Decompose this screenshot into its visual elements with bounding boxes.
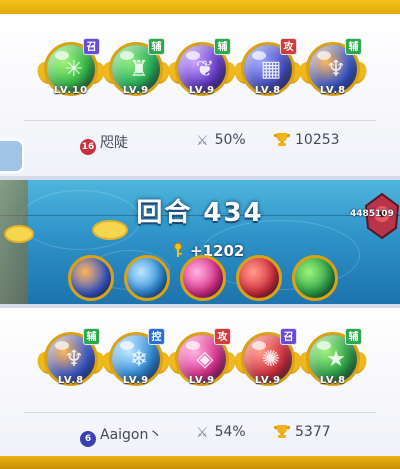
opponent-winrate: ⚔ 50% (196, 132, 246, 149)
opponent-hero-slot[interactable]: ✳ 召 LV.10 (34, 38, 108, 102)
raft-hero-slot (68, 255, 114, 301)
hero-role-badge: 辅 (345, 328, 362, 345)
player-hero-slot[interactable]: ◈ 攻 LV.9 (165, 328, 239, 392)
opponent-player[interactable]: 16 咫陡 (80, 132, 128, 155)
trophy-icon (274, 133, 290, 146)
divider (24, 412, 376, 413)
hero-role-badge: 召 (280, 328, 297, 345)
hero-level: LV.8 (319, 375, 347, 386)
opponent-trophies: 10253 (273, 132, 340, 148)
hero-emblem-icon: ♆ (326, 57, 346, 82)
player-panel: ♆ 辅 LV.8 ❄ 控 LV.9 ◈ 攻 LV.9 ✺ 召 LV.9 ★ 辅 LV.8 6 Aaigon丶 … (0, 304, 400, 456)
hero-role-badge: 辅 (214, 38, 231, 55)
hero-role-badge: 辅 (83, 328, 100, 345)
hero-role-badge: 攻 (214, 328, 231, 345)
hero-emblem-icon: ❦ (195, 57, 215, 82)
raft-hero-slot (124, 255, 170, 301)
hero-emblem-icon: ♆ (64, 347, 84, 372)
hero-emblem-icon: ✳ (64, 57, 84, 82)
player-name: Aaigon丶 (100, 427, 163, 443)
trophy-icon (274, 425, 290, 438)
player-trophies: 5377 (273, 424, 331, 440)
hero-emblem-icon: ◈ (196, 347, 214, 372)
raft-hero-slot (180, 255, 226, 301)
hero-emblem-icon: ✺ (261, 347, 281, 372)
crossed-swords-icon: ⚔ (196, 133, 209, 149)
hero-role-badge: 攻 (280, 38, 297, 55)
round-counter: 回合 434 (136, 198, 264, 228)
raft-hero-slot (236, 255, 282, 301)
divider (24, 120, 376, 121)
hero-level: LV.8 (319, 85, 347, 96)
player-hero-slot[interactable]: ✺ 召 LV.9 (231, 328, 305, 392)
hero-role-badge: 辅 (345, 38, 362, 55)
player-info[interactable]: 6 Aaigon丶 (80, 424, 162, 447)
enemy-hp-value: 4485109 (350, 209, 394, 219)
hero-level: LV.9 (122, 85, 150, 96)
player-hero-slot[interactable]: ❄ 控 LV.9 (99, 328, 173, 392)
player-winrate: ⚔ 54% (196, 424, 246, 441)
rank-badge-icon: 16 (80, 139, 96, 155)
player-hero-slot[interactable]: ★ 辅 LV.8 (296, 328, 370, 392)
opponent-winrate-value: 50% (214, 132, 246, 148)
crossed-swords-icon: ⚔ (196, 425, 209, 441)
opponent-trophy-count: 10253 (295, 132, 340, 148)
bottom-yellow-strip (0, 456, 400, 469)
hero-emblem-icon: ♜ (129, 57, 149, 82)
hero-level: LV.9 (122, 375, 150, 386)
hero-emblem-icon: ★ (326, 347, 346, 372)
player-raft (68, 255, 352, 305)
top-yellow-strip (0, 0, 400, 14)
player-winrate-value: 54% (214, 424, 246, 440)
opponent-panel: ✳ 召 LV.10 ♜ 辅 LV.9 ❦ 辅 LV.9 ▦ 攻 LV.8 ♆ 辅 LV.8 16 咫陡 ⚔ 50… (0, 14, 400, 180)
opponent-player-name: 咫陡 (100, 135, 128, 151)
hero-level: LV.8 (254, 85, 282, 96)
opponent-hero-slot[interactable]: ▦ 攻 LV.8 (231, 38, 305, 102)
hero-emblem-icon: ▦ (260, 57, 282, 82)
opponent-hero-slot[interactable]: ♜ 辅 LV.9 (99, 38, 173, 102)
hero-level: LV.9 (188, 85, 216, 96)
hero-level: LV.8 (57, 375, 85, 386)
raft-hero-slot (292, 255, 338, 301)
hero-role-badge: 控 (148, 328, 165, 345)
hero-emblem-icon: ❄ (129, 347, 149, 372)
opponent-hero-slot[interactable]: ❦ 辅 LV.9 (165, 38, 239, 102)
side-menu-icon[interactable] (0, 139, 24, 173)
hero-level: LV.9 (254, 375, 282, 386)
opponent-hero-slot[interactable]: ♆ 辅 LV.8 (296, 38, 370, 102)
rank-badge-icon: 6 (80, 431, 96, 447)
player-hero-slot[interactable]: ♆ 辅 LV.8 (34, 328, 108, 392)
player-stats-row: 6 Aaigon丶 ⚔ 54% 5377 (0, 422, 400, 447)
hero-role-badge: 辅 (148, 38, 165, 55)
hero-role-badge: 召 (83, 38, 100, 55)
hero-level: LV.9 (188, 375, 216, 386)
player-trophy-count: 5377 (295, 424, 331, 440)
opponent-stats-row: 16 咫陡 ⚔ 50% 10253 (0, 130, 400, 155)
hero-level: LV.10 (53, 85, 89, 96)
